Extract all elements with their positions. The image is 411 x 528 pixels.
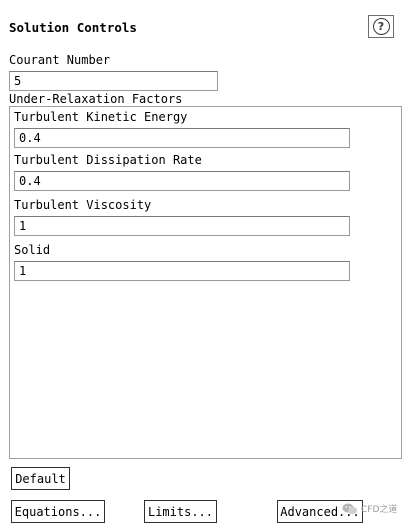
courant-number-input[interactable]: 5 bbox=[9, 71, 218, 91]
under-relaxation-group: Turbulent Kinetic Energy 0.4 Turbulent D… bbox=[9, 106, 402, 459]
help-button[interactable]: ? bbox=[368, 15, 394, 38]
watermark: CFD之道 bbox=[342, 502, 397, 515]
turbulent-viscosity-input[interactable]: 1 bbox=[14, 216, 350, 236]
watermark-text: CFD之道 bbox=[361, 505, 398, 515]
under-relaxation-group-label: Under-Relaxation Factors bbox=[9, 92, 183, 106]
tdr-label: Turbulent Dissipation Rate bbox=[14, 153, 202, 167]
panel-title: Solution Controls bbox=[9, 20, 137, 35]
question-circle-icon: ? bbox=[372, 18, 390, 35]
solution-controls-panel: Solution Controls ? Courant Number 5 Und… bbox=[0, 0, 411, 528]
solid-label: Solid bbox=[14, 243, 51, 257]
tke-input[interactable]: 0.4 bbox=[14, 128, 350, 148]
tdr-input[interactable]: 0.4 bbox=[14, 171, 350, 191]
tke-label: Turbulent Kinetic Energy bbox=[14, 110, 188, 124]
courant-number-label: Courant Number bbox=[9, 53, 111, 67]
default-button[interactable]: Default bbox=[11, 467, 70, 490]
limits-button[interactable]: Limits... bbox=[144, 500, 217, 523]
turbulent-viscosity-label: Turbulent Viscosity bbox=[14, 198, 152, 212]
equations-button[interactable]: Equations... bbox=[11, 500, 105, 523]
wechat-logo-icon bbox=[342, 503, 357, 514]
solid-input[interactable]: 1 bbox=[14, 261, 350, 281]
